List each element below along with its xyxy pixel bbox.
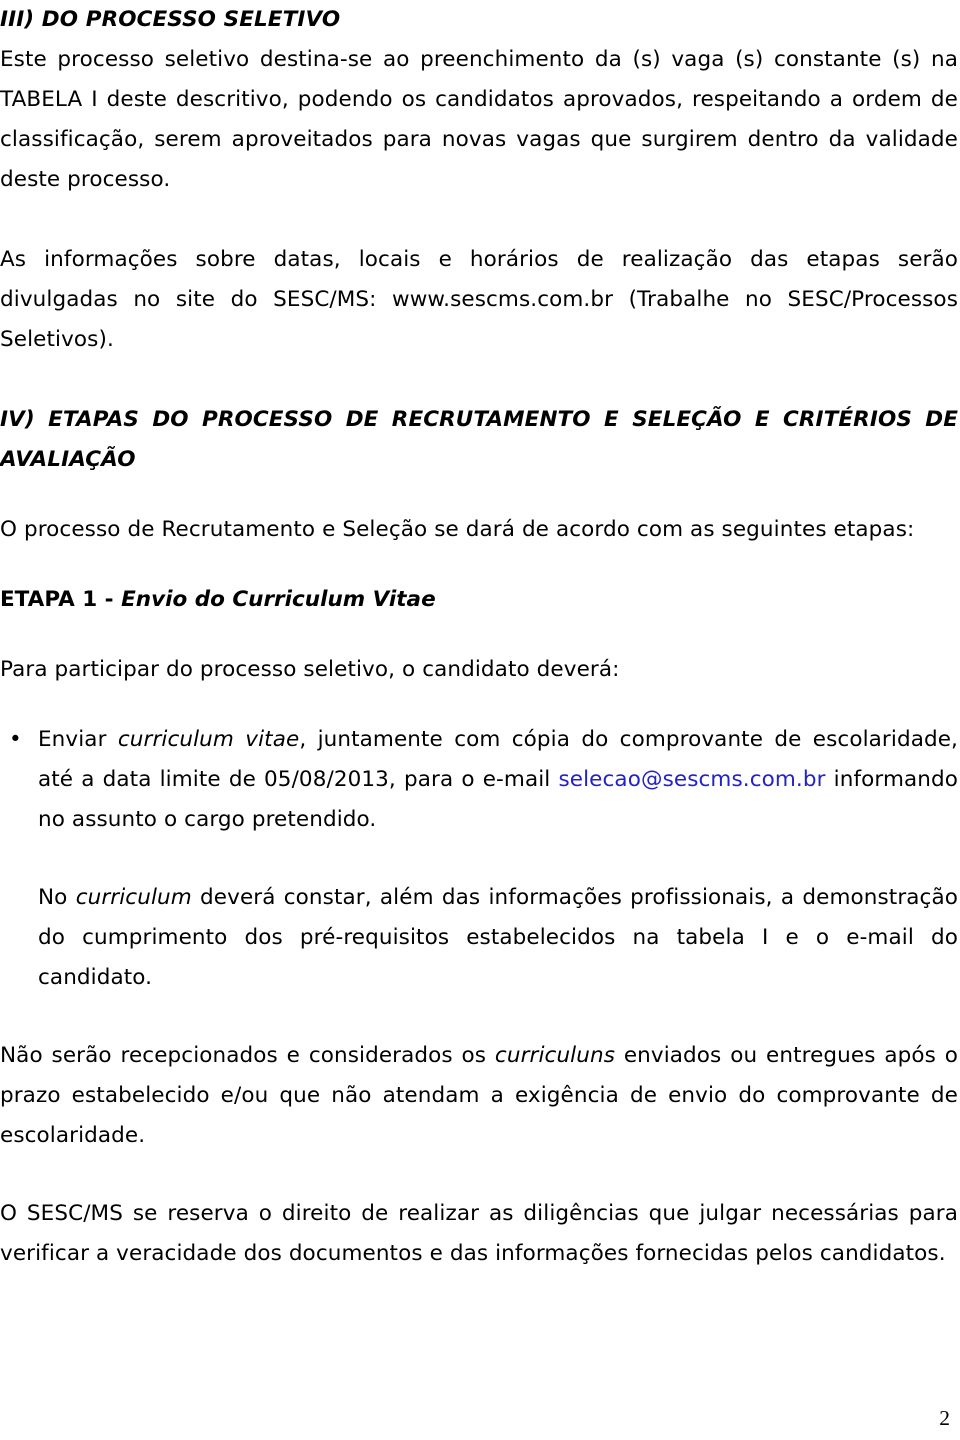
document-body: III) DO PROCESSO SELETIVO Este processo … bbox=[0, 0, 958, 1274]
para6-text-part-1: Não serão recepcionados e considerados o… bbox=[0, 1043, 495, 1068]
bullet-icon: • bbox=[9, 727, 22, 752]
para5-italic-curriculum: curriculum bbox=[75, 885, 192, 910]
paragraph-curriculum-conteudo: No curriculum deverá constar, além das i… bbox=[0, 878, 958, 998]
document-page: III) DO PROCESSO SELETIVO Este processo … bbox=[0, 0, 960, 1440]
paragraph-processo-seletivo: Este processo seletivo destina-se ao pre… bbox=[0, 47, 958, 192]
para5-text-part-1: No bbox=[38, 885, 76, 910]
etapa-1-title: Envio do Curriculum Vitae bbox=[121, 587, 436, 612]
bullet-italic-curriculum-vitae: curriculum vitae bbox=[117, 727, 300, 752]
paragraph-informacoes-divulgacao: As informações sobre datas, locais e hor… bbox=[0, 247, 958, 352]
section-heading-iii: III) DO PROCESSO SELETIVO bbox=[0, 7, 341, 32]
paragraph-diligencias: O SESC/MS se reserva o direito de realiz… bbox=[0, 1201, 958, 1266]
email-link-selecao[interactable]: selecao@sescms.com.br bbox=[558, 767, 825, 792]
paragraph-nao-recepcionados: Não serão recepcionados e considerados o… bbox=[0, 1036, 958, 1156]
bullet-text-part-1: Enviar bbox=[38, 727, 118, 752]
page-number: 2 bbox=[939, 1406, 950, 1430]
para6-italic-curriculuns: curriculuns bbox=[494, 1043, 615, 1068]
section-heading-iv: IV) ETAPAS DO PROCESSO DE RECRUTAMENTO E… bbox=[0, 407, 958, 472]
paragraph-participar-intro: Para participar do processo seletivo, o … bbox=[0, 657, 620, 682]
paragraph-etapas-intro: O processo de Recrutamento e Seleção se … bbox=[0, 517, 915, 542]
etapa-1-prefix: ETAPA 1 - bbox=[0, 587, 122, 612]
list-item-enviar-curriculum: • Enviar curriculum vitae, juntamente com… bbox=[0, 720, 958, 840]
etapa-1-heading: ETAPA 1 - Envio do Curriculum Vitae bbox=[0, 580, 958, 620]
